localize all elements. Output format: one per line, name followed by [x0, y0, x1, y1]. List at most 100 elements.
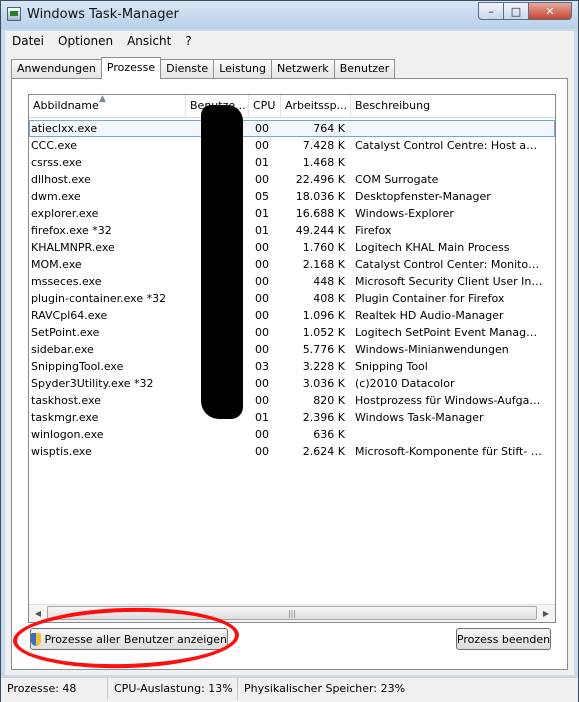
process-rows: atieclxx.exe 00 764 K CCC.exe 00 7.428 K Catal… [29, 120, 555, 460]
end-process-button[interactable]: Prozess beenden [456, 628, 551, 650]
menu-item[interactable]: Datei [5, 34, 51, 48]
table-row[interactable]: KHALMNPR.exe 00 1.760 K Logitech KHAL Main … [29, 239, 555, 256]
status-physical-memory: Physikalischer Speicher: 23% [244, 682, 406, 695]
process-cpu: 00 [255, 394, 269, 407]
process-name: wisptis.exe [31, 445, 92, 458]
menu-item[interactable]: Optionen [51, 34, 120, 48]
process-cpu: 01 [255, 156, 269, 169]
process-name: SnippingTool.exe [31, 360, 124, 373]
maximize-button[interactable]: □ [504, 2, 529, 20]
process-memory: 1.096 K [302, 309, 345, 322]
status-cpu-usage: CPU-Auslastung: 13% [108, 678, 238, 700]
table-row[interactable]: dllhost.exe 00 22.496 K COM Surrogate [29, 171, 555, 188]
process-name: CCC.exe [31, 139, 78, 152]
process-description: Microsoft-Komponente für Stift- un... [355, 445, 543, 458]
process-cpu: 01 [255, 224, 269, 237]
table-row[interactable]: explorer.exe 01 16.688 K Windows-Explorer [29, 205, 555, 222]
process-cpu: 00 [255, 241, 269, 254]
column-header-description[interactable]: Beschreibung [351, 95, 555, 117]
process-memory: 22.496 K [295, 173, 345, 186]
process-name: dwm.exe [31, 190, 81, 203]
table-row[interactable]: firefox.exe *32 01 49.244 K Firefox [29, 222, 555, 239]
tab-anwendungen[interactable]: Anwendungen [11, 59, 102, 79]
process-name: KHALMNPR.exe [31, 241, 115, 254]
table-row[interactable]: SnippingTool.exe 03 3.228 K Snipping Tool [29, 358, 555, 375]
table-row[interactable]: taskhost.exe 00 820 K Hostprozess für Windo… [29, 392, 555, 409]
table-row[interactable]: msseces.exe 00 448 K Microsoft Security Cli… [29, 273, 555, 290]
process-memory: 1.468 K [302, 156, 345, 169]
process-description: Snipping Tool [355, 360, 428, 373]
process-memory: 408 K [313, 292, 345, 305]
title-bar[interactable]: Windows Task-Manager – □ ✕ [1, 1, 578, 29]
process-name: dllhost.exe [31, 173, 91, 186]
table-row[interactable]: Spyder3Utility.exe *32 00 3.036 K (c)2010 D… [29, 375, 555, 392]
process-memory: 18.036 K [295, 190, 345, 203]
process-cpu: 00 [255, 139, 269, 152]
table-row[interactable]: dwm.exe 05 18.036 K Desktopfenster-Manager [29, 188, 555, 205]
process-description: Logitech SetPoint Event Manager (... [355, 326, 543, 339]
menu-item[interactable]: ? [178, 34, 198, 48]
process-name: csrss.exe [31, 156, 82, 169]
process-memory: 820 K [313, 394, 345, 407]
process-description: Windows-Explorer [355, 207, 454, 220]
tab-netzwerk[interactable]: Netzwerk [270, 59, 335, 79]
process-description: Plugin Container for Firefox [355, 292, 505, 305]
table-row[interactable]: winlogon.exe 00 636 K [29, 426, 555, 443]
table-row[interactable]: MOM.exe 00 2.168 K Catalyst Control Center:… [29, 256, 555, 273]
menu-item[interactable]: Ansicht [120, 34, 178, 48]
process-memory: 764 K [313, 122, 345, 135]
table-row[interactable]: atieclxx.exe 00 764 K [29, 120, 555, 137]
window-controls: – □ ✕ [478, 2, 572, 21]
column-header-memory[interactable]: Arbeitssp... [281, 95, 351, 117]
process-name: plugin-container.exe *32 [31, 292, 167, 305]
process-description: Catalyst Control Centre: Host appli... [355, 139, 543, 152]
process-cpu: 05 [255, 190, 269, 203]
process-cpu: 00 [255, 377, 269, 390]
process-description [355, 426, 543, 443]
table-row[interactable]: taskmgr.exe 01 2.396 K Windows Task-Manager [29, 409, 555, 426]
tab-benutzer[interactable]: Benutzer [333, 59, 396, 79]
table-row[interactable]: CCC.exe 00 7.428 K Catalyst Control Centre:… [29, 137, 555, 154]
process-name: taskmgr.exe [31, 411, 99, 424]
process-memory: 2.396 K [302, 411, 345, 424]
process-cpu: 00 [255, 258, 269, 271]
column-header-image-name[interactable]: Abbildname ▲ [29, 95, 186, 117]
process-memory: 636 K [313, 428, 345, 441]
column-header-cpu[interactable]: CPU [249, 95, 281, 117]
table-row[interactable]: csrss.exe 01 1.468 K [29, 154, 555, 171]
tab-dienste[interactable]: Dienste [160, 59, 215, 79]
status-process-count: Prozesse: 48 [1, 678, 108, 700]
table-row[interactable]: wisptis.exe 00 2.624 K Microsoft-Komponente… [29, 443, 555, 460]
process-description: Hostprozess für Windows-Aufgaben [355, 394, 543, 407]
process-name: RAVCpl64.exe [31, 309, 108, 322]
process-memory: 5.776 K [302, 343, 345, 356]
process-cpu: 01 [255, 207, 269, 220]
process-cpu: 00 [255, 326, 269, 339]
task-manager-icon [7, 7, 21, 21]
process-cpu: 00 [255, 343, 269, 356]
process-name: msseces.exe [31, 275, 102, 288]
process-description: Windows Task-Manager [355, 411, 484, 424]
table-row[interactable]: SetPoint.exe 00 1.052 K Logitech SetPoint E… [29, 324, 555, 341]
process-description: Logitech KHAL Main Process [355, 241, 510, 254]
process-list[interactable]: Abbildname ▲ Benutze... CPU Arbeitssp...… [28, 94, 556, 623]
process-memory: 49.244 K [295, 224, 345, 237]
scroll-right-icon[interactable]: ▶ [538, 605, 554, 621]
table-row[interactable]: sidebar.exe 00 5.776 K Windows-Minianwendun… [29, 341, 555, 358]
process-name: MOM.exe [31, 258, 82, 271]
process-description: Realtek HD Audio-Manager [355, 309, 504, 322]
table-row[interactable]: RAVCpl64.exe 00 1.096 K Realtek HD Audio-Ma… [29, 307, 555, 324]
process-cpu: 00 [255, 309, 269, 322]
process-memory: 1.760 K [302, 241, 345, 254]
tab-prozesse[interactable]: Prozesse [100, 57, 162, 79]
tab-leistung[interactable]: Leistung [213, 59, 272, 79]
process-memory: 16.688 K [295, 207, 345, 220]
close-button[interactable]: ✕ [529, 2, 572, 20]
process-description [355, 120, 543, 137]
processes-tab-panel: Abbildname ▲ Benutze... CPU Arbeitssp...… [11, 78, 568, 670]
minimize-button[interactable]: – [478, 2, 504, 20]
process-cpu: 00 [255, 445, 269, 458]
redaction-mark [201, 105, 243, 419]
process-memory: 7.428 K [302, 139, 345, 152]
table-row[interactable]: plugin-container.exe *32 00 408 K Plugin Co… [29, 290, 555, 307]
